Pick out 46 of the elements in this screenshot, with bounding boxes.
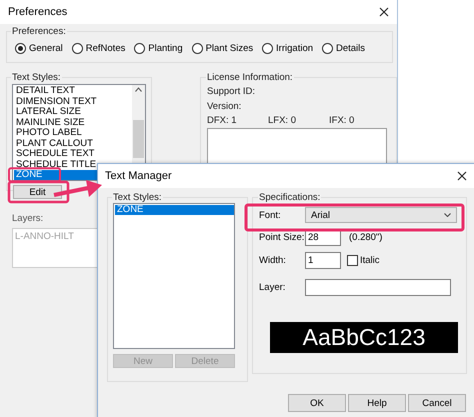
window-title: Preferences [8,6,68,18]
field-label: Width: [259,255,287,266]
group-label: Text Styles: [11,72,62,83]
radio-button[interactable]: Plant Sizes [192,43,254,54]
list-item[interactable]: PHOTO LABEL [14,128,132,138]
list-item[interactable]: ZONE [115,205,234,214]
field-label: Font: [259,210,282,220]
list-item: L-ANNO-HILT [15,231,75,242]
caret-icon [444,213,451,217]
font-preview: AaBbCc123 [270,322,458,353]
list-item[interactable]: DETAIL TEXT [14,86,132,96]
list-item[interactable]: MAINLINE SIZE [14,118,132,128]
list-item[interactable]: DIMENSION TEXT [14,96,132,107]
section-label: Layers: [12,213,44,224]
list-item[interactable]: LATERAL SIZE [14,107,132,118]
edit-button[interactable]: Edit [13,185,62,199]
field-label: Point Size: [259,232,305,243]
size-note: (0.280") [349,232,382,243]
group-label: Preferences: [11,26,67,37]
arrow [54,180,102,197]
input-field[interactable]: 1 [305,252,341,269]
close-icon[interactable] [457,171,467,181]
info-label: IFX: 0 [329,115,356,126]
radio-button[interactable]: Planting [134,43,183,54]
info-label: Support ID: [207,86,256,97]
help-button[interactable]: Help [348,394,406,412]
info-label: LFX: 0 [268,115,297,126]
field-label: Layer: [259,282,286,293]
group-label: Specifications: [258,192,322,203]
italic-checkbox[interactable]: Italic [347,255,380,266]
group-label: Text Styles: [112,192,163,203]
cancel-button[interactable]: Cancel [408,394,466,412]
font-dropdown[interactable]: Arial [305,207,457,223]
radio-button[interactable]: Irrigation [262,43,314,54]
close-icon[interactable] [379,7,389,17]
info-label: Version: [207,100,242,112]
list-item[interactable]: PLANT CALLOUT [14,138,132,149]
input-field[interactable] [305,279,451,296]
radio-button[interactable]: Details [322,43,365,54]
group-label: License Information: [206,72,294,83]
radio-button[interactable]: General [15,43,63,54]
scroll-up-icon [135,87,142,92]
info-label: DFX: 1 [207,115,238,126]
radio-button[interactable]: RefNotes [72,43,126,54]
ok-button[interactable]: OK [288,394,346,412]
list-item[interactable]: SCHEDULE TEXT [14,149,132,160]
